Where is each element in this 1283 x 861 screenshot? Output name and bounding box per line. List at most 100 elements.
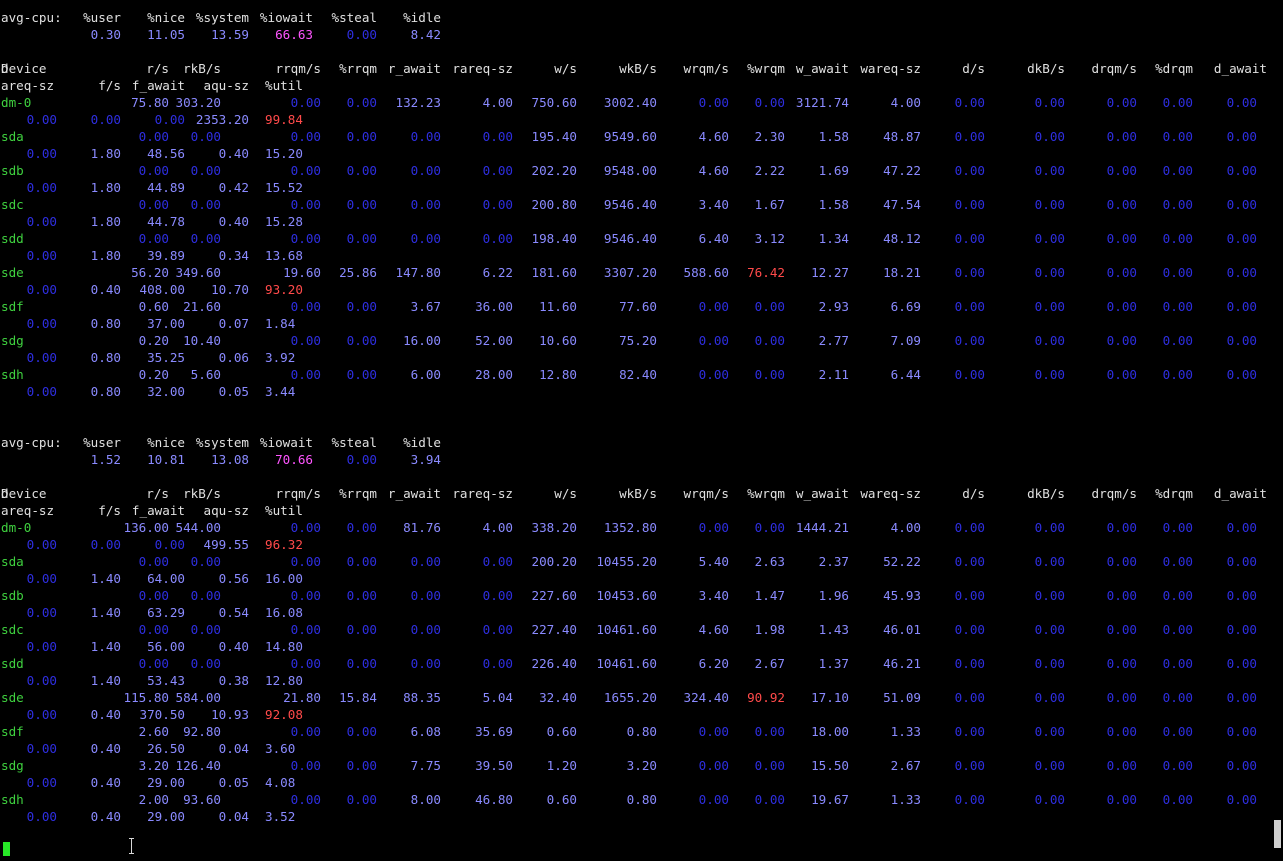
device-column-header: d bbox=[1, 486, 9, 501]
device-stat-value: 499.55 bbox=[203, 537, 250, 552]
device-column-header: wareq-sz bbox=[860, 61, 921, 76]
device-column-header: aqu-sz bbox=[203, 78, 250, 93]
device-stat-value: 0.00 bbox=[26, 214, 57, 229]
device-stat-value: 5.60 bbox=[190, 367, 221, 382]
device-stat-value: 0.00 bbox=[954, 554, 985, 569]
device-stat-value: 4.00 bbox=[482, 520, 513, 535]
device-stat-value: 115.80 bbox=[123, 690, 170, 705]
device-stat-value: 0.00 bbox=[26, 571, 57, 586]
device-stat-value: 90.92 bbox=[747, 690, 785, 705]
device-stat-value: 0.00 bbox=[954, 588, 985, 603]
device-stat-value: 0.60 bbox=[138, 299, 169, 314]
device-name: dm-0 bbox=[1, 95, 32, 110]
device-stat-value: 0.00 bbox=[1034, 265, 1065, 280]
device-stat-value: 0.00 bbox=[290, 554, 321, 569]
device-stat-value: 0.00 bbox=[954, 197, 985, 212]
device-stat-value: 0.00 bbox=[1106, 656, 1137, 671]
device-name: sdb bbox=[1, 588, 24, 603]
device-stat-value: 0.40 bbox=[90, 707, 121, 722]
device-row: dm-0 75.80 303.20 0.00 0.00 132.23 4.00 750.60 3… bbox=[1, 94, 1271, 111]
device-stat-value: 0.00 bbox=[1106, 299, 1137, 314]
device-util-value: 3.92 bbox=[265, 350, 296, 365]
device-column-header: %drqm bbox=[1155, 486, 1193, 501]
cpu-header-label: avg-cpu: bbox=[1, 435, 62, 450]
device-column-header: w_await bbox=[795, 61, 849, 76]
device-stat-value: 0.00 bbox=[138, 197, 169, 212]
device-util-value: 93.20 bbox=[265, 282, 303, 297]
device-stat-value: 0.00 bbox=[698, 758, 729, 773]
device-stat-value: 2.11 bbox=[818, 367, 849, 382]
device-stat-value: 29.00 bbox=[147, 809, 185, 824]
device-stat-value: 0.00 bbox=[190, 656, 221, 671]
device-stat-value: 0.00 bbox=[1034, 554, 1065, 569]
cpu-value: 0.00 bbox=[346, 452, 377, 467]
device-stat-value: 227.40 bbox=[531, 622, 578, 637]
device-stat-value: 6.44 bbox=[890, 367, 921, 382]
device-column-header: rareq-sz bbox=[452, 61, 513, 76]
device-column-header: dkB/s bbox=[1027, 61, 1065, 76]
cpu-value: 13.59 bbox=[211, 27, 249, 42]
device-name: sdg bbox=[1, 333, 24, 348]
device-stat-value: 0.05 bbox=[218, 384, 249, 399]
device-stat-value: 1.80 bbox=[90, 146, 121, 161]
device-util-value: 15.20 bbox=[265, 146, 303, 161]
device-stat-value: 0.00 bbox=[1034, 129, 1065, 144]
device-stat-value: 0.00 bbox=[26, 146, 57, 161]
device-stat-value: 1655.20 bbox=[603, 690, 657, 705]
device-stat-value: 0.00 bbox=[26, 112, 57, 127]
scrollbar-thumb[interactable] bbox=[1274, 820, 1281, 848]
device-column-header: %rrqm bbox=[339, 486, 377, 501]
device-stat-value: 0.00 bbox=[346, 758, 377, 773]
device-stat-value: 147.80 bbox=[395, 265, 442, 280]
device-stat-value: 0.05 bbox=[218, 775, 249, 790]
device-stat-value: 0.00 bbox=[1162, 95, 1193, 110]
device-stat-value: 0.00 bbox=[410, 129, 441, 144]
device-util-value: 15.28 bbox=[265, 214, 303, 229]
device-stat-value: 0.00 bbox=[1226, 724, 1257, 739]
device-column-header: r_await bbox=[387, 486, 441, 501]
device-column-header: wareq-sz bbox=[860, 486, 921, 501]
device-stat-value: 226.40 bbox=[531, 656, 578, 671]
device-row: sdd 0.00 0.00 0.00 0.00 0.00 0.00 226.40 10461.6… bbox=[1, 655, 1271, 672]
device-util-value: 3.44 bbox=[265, 384, 296, 399]
device-stat-value: 0.00 bbox=[138, 163, 169, 178]
device-stat-value: 75.20 bbox=[619, 333, 657, 348]
scrollbar[interactable] bbox=[1273, 0, 1283, 861]
device-stat-value: 6.00 bbox=[410, 367, 441, 382]
device-stat-value: 0.40 bbox=[90, 775, 121, 790]
terminal-output[interactable]: avg-cpu: %user %nice %system %iowait %steal %i… bbox=[1, 9, 1271, 825]
device-stat-value: 0.00 bbox=[1034, 333, 1065, 348]
device-stat-value: 4.60 bbox=[698, 622, 729, 637]
device-stat-value: 0.00 bbox=[954, 690, 985, 705]
device-stat-value: 0.00 bbox=[410, 588, 441, 603]
device-stat-value: 0.00 bbox=[26, 282, 57, 297]
device-stat-value: 76.42 bbox=[747, 265, 785, 280]
device-stat-value: 0.00 bbox=[346, 163, 377, 178]
device-stat-value: 0.00 bbox=[346, 792, 377, 807]
device-stat-value: 0.00 bbox=[1226, 197, 1257, 212]
device-column-header: rrqm/s bbox=[275, 61, 322, 76]
device-stat-value: 0.00 bbox=[190, 554, 221, 569]
device-stat-value: 1.58 bbox=[818, 129, 849, 144]
device-stat-value: 0.40 bbox=[218, 639, 249, 654]
device-util-value: 3.52 bbox=[265, 809, 296, 824]
device-column-header: %drqm bbox=[1155, 61, 1193, 76]
device-name: sdh bbox=[1, 792, 24, 807]
device-stat-value: 0.00 bbox=[90, 112, 121, 127]
device-name: sda bbox=[1, 554, 24, 569]
device-stat-value: 0.00 bbox=[1034, 792, 1065, 807]
device-stat-value: 3.20 bbox=[138, 758, 169, 773]
device-name: dm-0 bbox=[1, 520, 32, 535]
device-stat-value: 2.00 bbox=[138, 792, 169, 807]
device-stat-value: 0.00 bbox=[1106, 163, 1137, 178]
device-row-continued: 0.00 0.00 0.00 499.55 96.32 bbox=[1, 536, 1271, 553]
device-row-continued: 0.00 0.40 26.50 0.04 3.60 bbox=[1, 740, 1271, 757]
device-stat-value: 2.60 bbox=[138, 724, 169, 739]
device-stat-value: 0.00 bbox=[1106, 690, 1137, 705]
device-stat-value: 1.96 bbox=[818, 588, 849, 603]
device-column-header: rrqm/s bbox=[275, 486, 322, 501]
device-stat-value: 37.00 bbox=[147, 316, 185, 331]
device-column-header: drqm/s bbox=[1091, 61, 1138, 76]
